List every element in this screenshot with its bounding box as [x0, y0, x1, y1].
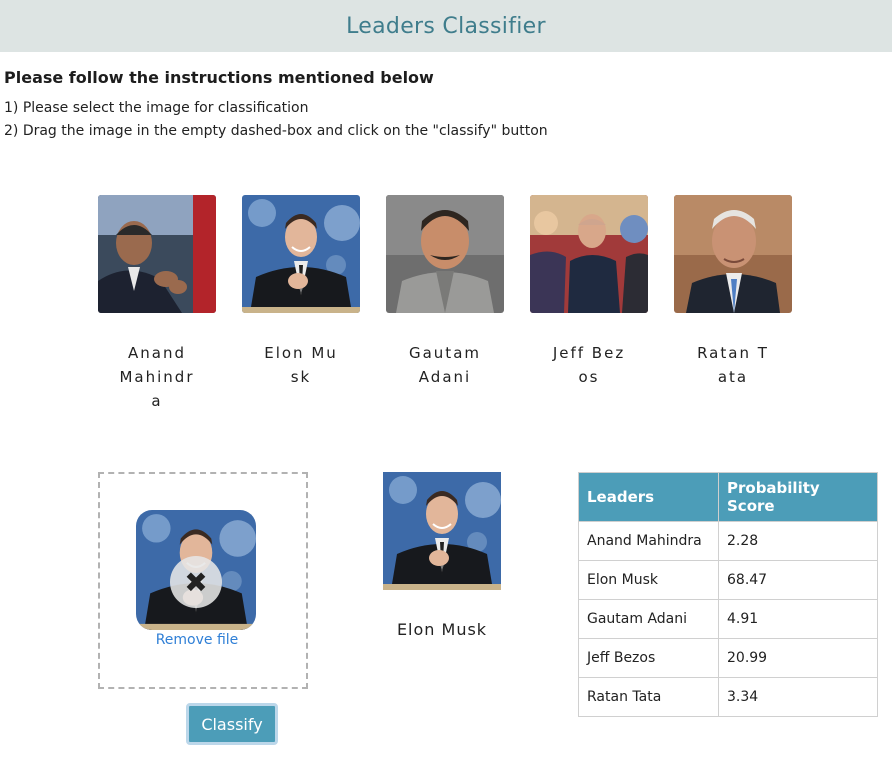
leader-card-elon-musk[interactable]: Elon Musk — [242, 195, 360, 389]
leader-name: Gautam Adani — [408, 344, 481, 386]
leader-card-jeff-bezos[interactable]: Jeff Bezos — [530, 195, 648, 389]
table-cell-score: 2.28 — [718, 521, 878, 561]
leader-name: Elon Musk — [264, 344, 338, 386]
image-dropzone[interactable]: ✖ Remove file — [98, 472, 308, 689]
elon-musk-photo[interactable] — [242, 195, 360, 313]
leader-card-ratan-tata[interactable]: Ratan Tata — [674, 195, 792, 389]
instruction-step: 1) Please select the image for classific… — [4, 100, 309, 116]
table-cell-leader: Gautam Adani — [578, 599, 719, 639]
ratan-tata-photo[interactable] — [674, 195, 792, 313]
table-cell-leader: Elon Musk — [578, 560, 719, 600]
leader-name: Jeff Bezos — [552, 344, 626, 386]
remove-file-link[interactable]: Remove file — [100, 632, 294, 648]
table-cell-leader: Anand Mahindra — [578, 521, 719, 561]
leader-name: Anand Mahindra — [119, 344, 195, 410]
leader-name: Ratan Tata — [697, 344, 769, 386]
app-header: Leaders Classifier — [0, 0, 892, 52]
table-cell-score: 3.34 — [718, 677, 878, 717]
table-row: Elon Musk 68.47 — [578, 560, 878, 600]
table-row: Ratan Tata 3.34 — [578, 677, 878, 717]
instructions-section: Please follow the instructions mentioned… — [4, 68, 548, 143]
table-cell-leader: Jeff Bezos — [578, 638, 719, 678]
table-cell-score: 20.99 — [718, 638, 878, 678]
table-cell-score: 68.47 — [718, 560, 878, 600]
table-cell-leader: Ratan Tata — [578, 677, 719, 717]
leader-card-gautam-adani[interactable]: Gautam Adani — [386, 195, 504, 389]
jeff-bezos-photo[interactable] — [530, 195, 648, 313]
column-header-probability-score: Probability Score — [718, 472, 878, 522]
classify-button[interactable]: Classify — [186, 703, 278, 745]
column-header-leaders: Leaders — [578, 472, 719, 522]
table-row: Jeff Bezos 20.99 — [578, 638, 878, 678]
result-photo — [383, 472, 501, 590]
instruction-step: 2) Drag the image in the empty dashed-bo… — [4, 123, 548, 139]
anand-mahindra-photo[interactable] — [98, 195, 216, 313]
result-name: Elon Musk — [396, 620, 488, 639]
page-title: Leaders Classifier — [346, 13, 546, 39]
leader-card-anand-mahindra[interactable]: Anand Mahindra — [98, 195, 216, 413]
close-icon[interactable]: ✖ — [170, 556, 222, 608]
probability-score-table: Leaders Probability Score Anand Mahindra… — [578, 472, 878, 717]
instructions-heading: Please follow the instructions mentioned… — [4, 68, 434, 87]
gautam-adani-photo[interactable] — [386, 195, 504, 313]
table-row: Gautam Adani 4.91 — [578, 599, 878, 639]
table-row: Anand Mahindra 2.28 — [578, 521, 878, 561]
table-cell-score: 4.91 — [718, 599, 878, 639]
table-header-row: Leaders Probability Score — [578, 472, 878, 522]
